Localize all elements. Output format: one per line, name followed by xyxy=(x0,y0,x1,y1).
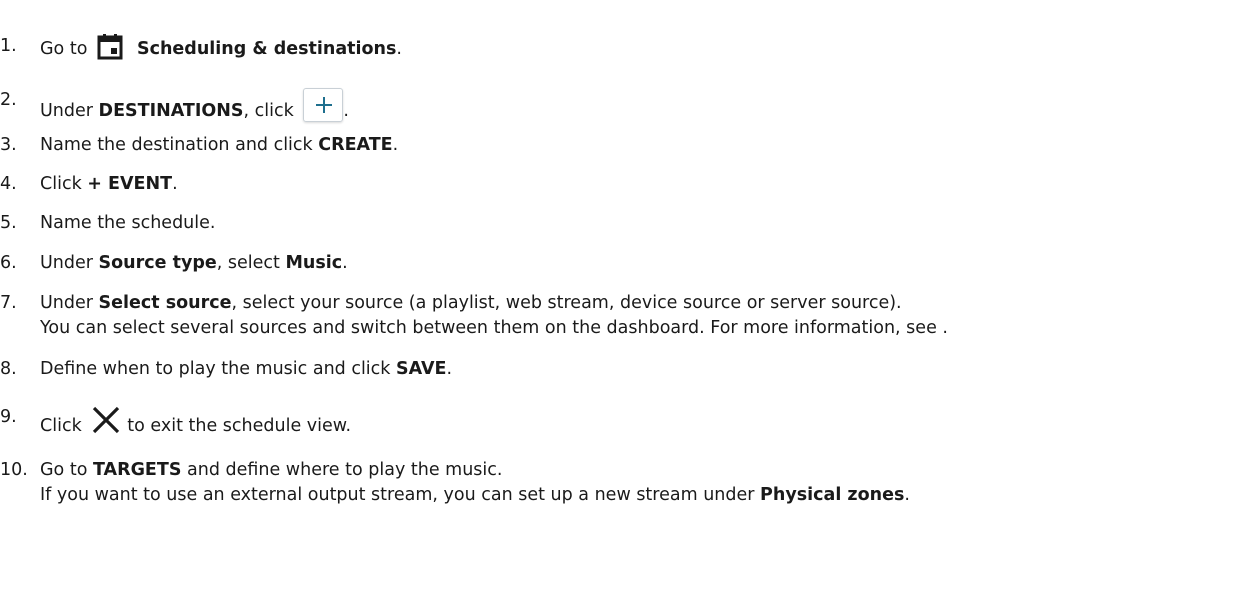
step-number: 2. xyxy=(0,90,17,110)
step-detail: You can select several sources and switc… xyxy=(40,318,948,338)
step-text: Under DESTINATIONS, click . xyxy=(40,88,349,124)
step-number: 3. xyxy=(0,135,17,155)
step-number: 10. xyxy=(0,460,28,480)
step-text: Click to exit the schedule view. xyxy=(40,405,351,443)
step-text: Go to TARGETS and define where to play t… xyxy=(40,458,910,508)
step-text: Name the destination and click CREATE. xyxy=(40,135,399,155)
step-number: 9. xyxy=(0,407,17,427)
step-number: 1. xyxy=(0,36,17,56)
step-text: Name the schedule. xyxy=(40,213,216,233)
calendar-icon xyxy=(97,34,123,68)
step-detail: If you want to use an external output st… xyxy=(40,485,910,505)
step-text: Click + EVENT. xyxy=(40,174,178,194)
step-text: Go to Scheduling & destinations. xyxy=(40,34,402,68)
instruction-list: 1. Go to Scheduling & destinations. 2. U… xyxy=(0,0,1235,608)
step-number: 5. xyxy=(0,213,17,233)
close-icon[interactable] xyxy=(91,405,121,443)
step-number: 4. xyxy=(0,174,17,194)
step-text: Under Source type, select Music. xyxy=(40,253,348,273)
add-destination-button[interactable] xyxy=(303,88,344,122)
plus-icon xyxy=(316,97,333,113)
step-number: 8. xyxy=(0,359,17,379)
step-number: 6. xyxy=(0,253,17,273)
step-number: 7. xyxy=(0,293,17,313)
step-text: Under Select source, select your source … xyxy=(40,291,948,341)
step-text: Define when to play the music and click … xyxy=(40,359,453,379)
